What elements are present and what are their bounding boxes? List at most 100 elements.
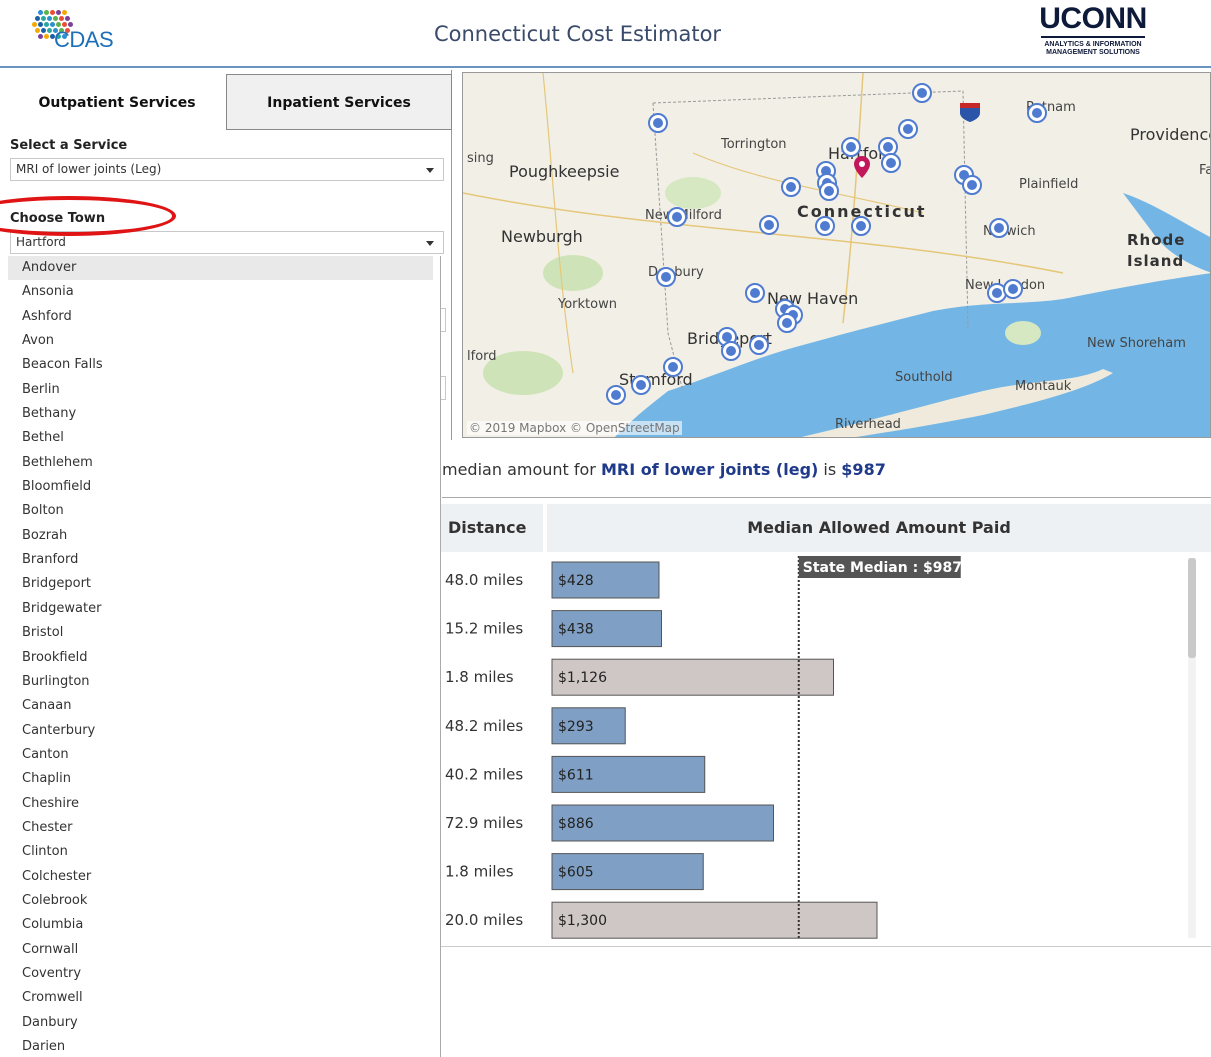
- town-option[interactable]: Bethlehem: [8, 451, 440, 475]
- town-option[interactable]: Bridgewater: [8, 597, 440, 621]
- town-dropdown-list[interactable]: Andover Ansonia Ashford Avon Beacon Falls Ber…: [8, 256, 441, 1057]
- tab-inpatient-services[interactable]: Inpatient Services: [226, 74, 452, 130]
- map-label-ford: lford: [467, 349, 497, 364]
- distance-label: 1.8 miles: [445, 668, 514, 686]
- town-option[interactable]: Bethel: [8, 426, 440, 450]
- chevron-down-icon: [426, 241, 434, 246]
- provider-pin-icon[interactable]: [777, 313, 797, 333]
- provider-pin-icon[interactable]: [631, 375, 651, 395]
- town-option[interactable]: Chester: [8, 816, 440, 840]
- bar-chart-svg: 48.0 miles $428 15.2 miles $438 1.8 miles $1,…: [445, 556, 962, 940]
- chart-scrollbar[interactable]: [1188, 558, 1196, 938]
- town-option[interactable]: Columbia: [8, 913, 440, 937]
- town-option[interactable]: Canton: [8, 743, 440, 767]
- cost-bar-label: $611: [558, 767, 594, 783]
- logo-dot: [35, 16, 40, 21]
- town-select-value: Hartford: [16, 235, 66, 249]
- provider-pin-icon[interactable]: [721, 341, 741, 361]
- selected-location-marker-icon[interactable]: [853, 155, 871, 179]
- map-label-southold: Southold: [895, 370, 953, 385]
- town-option[interactable]: Bolton: [8, 499, 440, 523]
- provider-pin-icon[interactable]: [881, 153, 901, 173]
- cost-bar-label: $1,126: [558, 670, 607, 686]
- town-option[interactable]: Coventry: [8, 962, 440, 986]
- provider-pin-icon[interactable]: [749, 335, 769, 355]
- town-option[interactable]: Ansonia: [8, 280, 440, 304]
- logo-dot: [44, 10, 49, 15]
- town-option[interactable]: Cheshire: [8, 792, 440, 816]
- provider-pin-icon[interactable]: [819, 181, 839, 201]
- cost-bar-label: $293: [558, 719, 594, 735]
- town-option[interactable]: Cromwell: [8, 986, 440, 1010]
- map-label-torrington: Torrington: [721, 137, 787, 152]
- provider-pin-icon[interactable]: [989, 218, 1009, 238]
- app-header: CDAS Connecticut Cost Estimator UCONN AN…: [0, 0, 1211, 68]
- town-option[interactable]: Bridgeport: [8, 572, 440, 596]
- column-header-distance[interactable]: Distance: [440, 504, 543, 552]
- service-select[interactable]: MRI of lower joints (Leg): [10, 158, 444, 181]
- map-label-fa: Fa: [1199, 163, 1210, 178]
- provider-pin-icon[interactable]: [851, 216, 871, 236]
- town-option[interactable]: Chaplin: [8, 767, 440, 791]
- provider-pin-icon[interactable]: [841, 137, 861, 157]
- town-option[interactable]: Cornwall: [8, 938, 440, 962]
- town-option[interactable]: Brookfield: [8, 646, 440, 670]
- provider-pin-icon[interactable]: [815, 216, 835, 236]
- provider-pin-icon[interactable]: [648, 113, 668, 133]
- cost-bar-label: $605: [558, 865, 594, 881]
- town-option[interactable]: Danbury: [8, 1011, 440, 1035]
- tab-outpatient-services[interactable]: Outpatient Services: [8, 74, 226, 130]
- provider-pin-icon[interactable]: [656, 267, 676, 287]
- town-option[interactable]: Burlington: [8, 670, 440, 694]
- distance-label: 48.0 miles: [445, 571, 523, 589]
- town-option[interactable]: Andover: [8, 256, 433, 281]
- town-option[interactable]: Clinton: [8, 840, 440, 864]
- town-option[interactable]: Colchester: [8, 865, 440, 889]
- town-option[interactable]: Bozrah: [8, 524, 440, 548]
- map-label-riverhead: Riverhead: [835, 417, 901, 432]
- distance-label: 20.0 miles: [445, 911, 523, 929]
- town-option[interactable]: Beacon Falls: [8, 353, 440, 377]
- provider-pin-icon[interactable]: [1027, 103, 1047, 123]
- cost-bar-label: $1,300: [558, 913, 607, 929]
- map-base: [463, 73, 1210, 437]
- divider: [442, 497, 1211, 498]
- provider-pin-icon[interactable]: [667, 207, 687, 227]
- provider-pin-icon[interactable]: [759, 215, 779, 235]
- provider-pin-icon[interactable]: [912, 83, 932, 103]
- provider-pin-icon[interactable]: [663, 357, 683, 377]
- uconn-logo-sub-1: ANALYTICS & INFORMATION: [1044, 41, 1142, 48]
- town-option[interactable]: Berlin: [8, 378, 440, 402]
- provider-map[interactable]: Putnam Providence Torrington Hartford si…: [462, 72, 1211, 438]
- town-option[interactable]: Darien: [8, 1035, 440, 1057]
- town-option[interactable]: Canterbury: [8, 719, 440, 743]
- town-option[interactable]: Bethany: [8, 402, 440, 426]
- provider-pin-icon[interactable]: [606, 385, 626, 405]
- town-option[interactable]: Bloomfield: [8, 475, 440, 499]
- provider-pin-icon[interactable]: [898, 119, 918, 139]
- map-label-stamford: Stamford: [619, 370, 693, 389]
- logo-dot: [50, 10, 55, 15]
- provider-pin-icon[interactable]: [1003, 279, 1023, 299]
- logo-dot: [59, 16, 64, 21]
- town-option[interactable]: Avon: [8, 329, 440, 353]
- provider-pin-icon[interactable]: [745, 283, 765, 303]
- service-select-label: Select a Service: [10, 138, 128, 153]
- chart-scrollbar-thumb[interactable]: [1188, 558, 1196, 658]
- town-option[interactable]: Bristol: [8, 621, 440, 645]
- cost-bar-label: $428: [558, 573, 594, 589]
- cost-bar-label: $886: [558, 816, 594, 832]
- town-option[interactable]: Branford: [8, 548, 440, 572]
- provider-pin-icon[interactable]: [962, 175, 982, 195]
- map-label-rhode: Rhode: [1127, 231, 1186, 249]
- column-header-median-amount[interactable]: Median Allowed Amount Paid: [547, 504, 1211, 552]
- distance-label: 40.2 miles: [445, 765, 523, 783]
- page-title: Connecticut Cost Estimator: [433, 22, 722, 46]
- town-option[interactable]: Canaan: [8, 694, 440, 718]
- logo-dot: [62, 10, 67, 15]
- town-option[interactable]: Colebrook: [8, 889, 440, 913]
- map-label-yorktown: Yorktown: [558, 297, 617, 312]
- town-option[interactable]: Ashford: [8, 305, 440, 329]
- map-label-sing: sing: [467, 151, 494, 166]
- provider-pin-icon[interactable]: [781, 177, 801, 197]
